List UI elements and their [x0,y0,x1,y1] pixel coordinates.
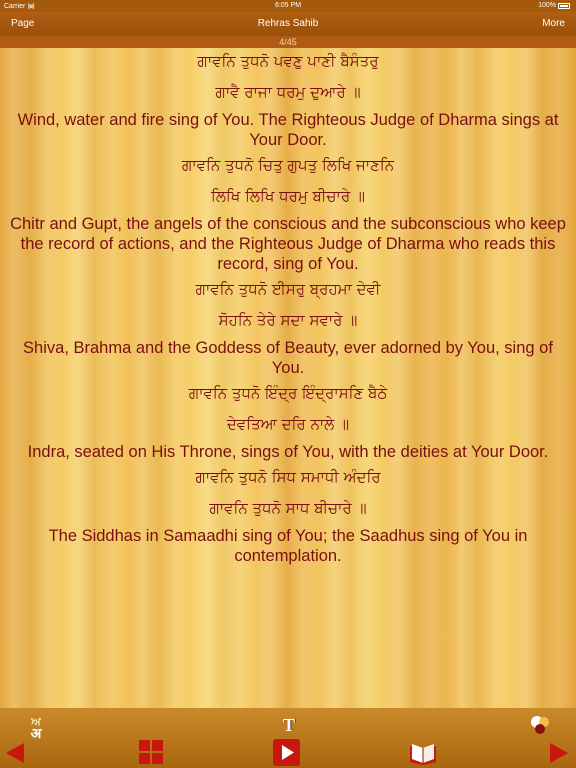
status-bar: Carrier ᯼ 6:05 PM 100% [0,0,576,12]
battery-icon [558,2,570,9]
more-button[interactable]: More [542,18,565,29]
gurmukhi-line: ਗਾਵਨਿ ਤੁਧਨੋ ਇੰਦ੍ਰ ਇੰਦ੍ਰਾਸਣਿ ਬੈਠੇ [188,384,388,402]
gurmukhi-line: ਦੇਵਤਿਆ ਦਰਿ ਨਾਲੇ ॥ [226,415,350,433]
verse: ਗਾਵਨਿ ਤੁਧਨੋ ਪਵਣੁ ਪਾਣੀ ਬੈਸੰਤਰੁ ਗਾਵੈ ਰਾਜਾ … [0,48,576,150]
page-title: Rehras Sahib [257,18,319,29]
play-audio-button[interactable] [273,739,300,766]
battery-percent: 100% [538,2,556,9]
navigation-bar: Page Rehras Sahib More [0,12,576,36]
index-grid-button[interactable] [139,740,163,764]
gurmukhi-line: ਗਾਵਨਿ ਤੁਧਨੋ ਪਵਣੁ ਪਾਣੀ ਬੈਸੰਤਰੁ [197,52,379,70]
previous-page-button[interactable] [4,742,26,764]
english-translation: Indra, seated on His Throne, sings of Yo… [27,443,549,461]
right-arrow-icon [550,743,568,763]
color-dots-icon [531,716,549,734]
english-translation: The Siddhas in Samaadhi sing of You; the… [48,527,528,565]
verse: ਗਾਵਨਿ ਤੁਧਨੋ ਸਿਧ ਸਮਾਧੀ ਅੰਦਰਿ ਗਾਵਨਿ ਤੁਧਨੋ … [0,464,576,566]
gurmukhi-line: ਗਾਵਨਿ ਤੁਧਨੋ ਸਾਧ ਬੀਚਾਰੇ ॥ [209,499,367,517]
verse: ਗਾਵਨਿ ਤੁਧਨੋ ਇੰਦ੍ਰ ਇੰਦ੍ਰਾਸਣਿ ਬੈਠੇ ਦੇਵਤਿਆ … [0,380,576,462]
font-icon: T [282,714,295,735]
gurmukhi-line: ਗਾਵਨਿ ਤੁਧਨੋ ਈਸਰੁ ਬ੍ਰਹਮਾ ਦੇਵੀ [195,280,381,298]
grid-icon [139,740,163,764]
color-theme-button[interactable] [528,714,554,736]
verse: ਗਾਵਨਿ ਤੁਧਨੋ ਈਸਰੁ ਬ੍ਰਹਮਾ ਦੇਵੀ ਸੋਹਨਿ ਤੇਰੇ … [0,276,576,378]
bookmark-book-button[interactable] [408,738,438,766]
english-translation: Chitr and Gupt, the angels of the consci… [10,215,566,273]
gurmukhi-line: ਗਾਵਨਿ ਤੁਧਨੋ ਚਿਤੁ ਗੁਪਤੁ ਲਿਖਿ ਜਾਣਨਿ [181,156,395,174]
verse: ਗਾਵਨਿ ਤੁਧਨੋ ਚਿਤੁ ਗੁਪਤੁ ਲਿਖਿ ਜਾਣਨਿ ਲਿਖਿ ਲ… [0,152,576,274]
devanagari-script-glyph: अ [30,725,42,741]
gurmukhi-line: ਲਿਖਿ ਲਿਖਿ ਧਰਮੁ ਬੀਚਾਰੇ ॥ [211,187,365,205]
gurmukhi-line: ਸੋਹਨਿ ਤੇਰੇ ਸਦਾ ਸਵਾਰੇ ॥ [218,311,358,329]
book-icon [410,744,436,765]
font-size-button[interactable]: T [277,714,301,736]
play-icon [273,739,300,766]
page-indicator: 4/45 [0,36,576,48]
english-translation: Shiva, Brahma and the Goddess of Beauty,… [23,339,553,377]
english-translation: Wind, water and fire sing of You. The Ri… [17,111,559,149]
bottom-toolbar: ਅ अ T [0,708,576,768]
gurbani-content[interactable]: ਗਾਵਨਿ ਤੁਧਨੋ ਪਵਣੁ ਪਾਣੀ ਬੈਸੰਤਰੁ ਗਾਵੈ ਰਾਜਾ … [0,48,576,708]
clock: 6:05 PM [274,2,302,9]
left-arrow-icon [6,743,24,763]
gurmukhi-line: ਗਾਵੈ ਰਾਜਾ ਧਰਮੁ ਦੁਆਰੇ ॥ [215,83,361,101]
gurmukhi-line: ਗਾਵਨਿ ਤੁਧਨੋ ਸਿਧ ਸਮਾਧੀ ਅੰਦਰਿ [195,468,381,486]
battery-status: 100% [538,2,570,9]
next-page-button[interactable] [548,742,570,764]
script-toggle-button[interactable]: ਅ अ [22,714,50,742]
